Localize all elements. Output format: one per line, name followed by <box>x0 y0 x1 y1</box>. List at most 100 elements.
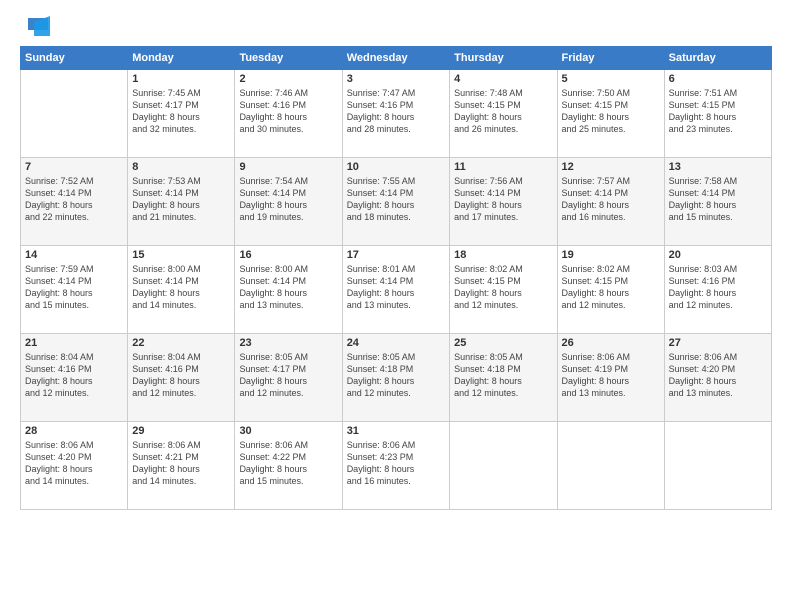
day-cell: 9 Sunrise: 7:54 AM Sunset: 4:14 PM Daylig… <box>235 158 342 246</box>
day-number: 8 <box>132 161 230 173</box>
day-info: Sunrise: 8:02 AM Sunset: 4:15 PM Dayligh… <box>454 263 552 312</box>
day-cell: 20 Sunrise: 8:03 AM Sunset: 4:16 PM Dayli… <box>664 246 771 334</box>
week-row-1: 7 Sunrise: 7:52 AM Sunset: 4:14 PM Daylig… <box>21 158 772 246</box>
day-cell: 27Sunrise: 8:06 AM Sunset: 4:20 PM Dayli… <box>664 334 771 422</box>
day-cell: 8 Sunrise: 7:53 AM Sunset: 4:14 PM Daylig… <box>128 158 235 246</box>
day-cell: 31 Sunrise: 8:06 AM Sunset: 4:23 PM Dayli… <box>342 422 449 510</box>
header-cell-thursday: Thursday <box>450 47 557 70</box>
week-row-0: 1 Sunrise: 7:45 AM Sunset: 4:17 PM Daylig… <box>21 70 772 158</box>
day-number: 24 <box>347 337 445 349</box>
day-cell: 28 Sunrise: 8:06 AM Sunset: 4:20 PM Dayli… <box>21 422 128 510</box>
day-info: Sunrise: 8:00 AM Sunset: 4:14 PM Dayligh… <box>239 263 337 312</box>
day-info: Sunrise: 8:01 AM Sunset: 4:14 PM Dayligh… <box>347 263 445 312</box>
day-number: 26 <box>562 337 660 349</box>
day-cell <box>21 70 128 158</box>
calendar-header: SundayMondayTuesdayWednesdayThursdayFrid… <box>21 47 772 70</box>
day-info: Sunrise: 8:00 AM Sunset: 4:14 PM Dayligh… <box>132 263 230 312</box>
day-number: 13 <box>669 161 767 173</box>
day-cell: 13 Sunrise: 7:58 AM Sunset: 4:14 PM Dayli… <box>664 158 771 246</box>
day-info: Sunrise: 7:48 AM Sunset: 4:15 PM Dayligh… <box>454 87 552 136</box>
day-cell: 16 Sunrise: 8:00 AM Sunset: 4:14 PM Dayli… <box>235 246 342 334</box>
day-info: Sunrise: 7:45 AM Sunset: 4:17 PM Dayligh… <box>132 87 230 136</box>
day-info: Sunrise: 7:55 AM Sunset: 4:14 PM Dayligh… <box>347 175 445 224</box>
header-cell-wednesday: Wednesday <box>342 47 449 70</box>
day-number: 14 <box>25 249 123 261</box>
day-number: 28 <box>25 425 123 437</box>
day-cell <box>664 422 771 510</box>
day-number: 21 <box>25 337 123 349</box>
day-info: Sunrise: 8:06 AM Sunset: 4:21 PM Dayligh… <box>132 439 230 488</box>
day-number: 23 <box>239 337 337 349</box>
day-number: 22 <box>132 337 230 349</box>
day-info: Sunrise: 8:06 AM Sunset: 4:20 PM Dayligh… <box>25 439 123 488</box>
day-cell: 15Sunrise: 8:00 AM Sunset: 4:14 PM Dayli… <box>128 246 235 334</box>
header-cell-saturday: Saturday <box>664 47 771 70</box>
day-number: 31 <box>347 425 445 437</box>
day-info: Sunrise: 8:05 AM Sunset: 4:17 PM Dayligh… <box>239 351 337 400</box>
day-cell <box>450 422 557 510</box>
day-number: 6 <box>669 73 767 85</box>
day-info: Sunrise: 7:59 AM Sunset: 4:14 PM Dayligh… <box>25 263 123 312</box>
day-info: Sunrise: 7:56 AM Sunset: 4:14 PM Dayligh… <box>454 175 552 224</box>
day-info: Sunrise: 7:57 AM Sunset: 4:14 PM Dayligh… <box>562 175 660 224</box>
day-number: 4 <box>454 73 552 85</box>
day-cell: 24Sunrise: 8:05 AM Sunset: 4:18 PM Dayli… <box>342 334 449 422</box>
logo <box>20 16 50 38</box>
day-number: 7 <box>25 161 123 173</box>
day-number: 1 <box>132 73 230 85</box>
logo-icon <box>20 16 50 38</box>
day-cell: 21Sunrise: 8:04 AM Sunset: 4:16 PM Dayli… <box>21 334 128 422</box>
day-number: 30 <box>239 425 337 437</box>
day-info: Sunrise: 8:02 AM Sunset: 4:15 PM Dayligh… <box>562 263 660 312</box>
day-number: 5 <box>562 73 660 85</box>
header-cell-tuesday: Tuesday <box>235 47 342 70</box>
header-cell-friday: Friday <box>557 47 664 70</box>
day-cell: 14 Sunrise: 7:59 AM Sunset: 4:14 PM Dayli… <box>21 246 128 334</box>
calendar: SundayMondayTuesdayWednesdayThursdayFrid… <box>20 46 772 510</box>
day-cell: 12 Sunrise: 7:57 AM Sunset: 4:14 PM Dayli… <box>557 158 664 246</box>
day-info: Sunrise: 7:53 AM Sunset: 4:14 PM Dayligh… <box>132 175 230 224</box>
calendar-body: 1 Sunrise: 7:45 AM Sunset: 4:17 PM Daylig… <box>21 70 772 510</box>
day-cell: 4 Sunrise: 7:48 AM Sunset: 4:15 PM Daylig… <box>450 70 557 158</box>
day-info: Sunrise: 8:06 AM Sunset: 4:19 PM Dayligh… <box>562 351 660 400</box>
day-info: Sunrise: 8:06 AM Sunset: 4:22 PM Dayligh… <box>239 439 337 488</box>
day-cell: 19Sunrise: 8:02 AM Sunset: 4:15 PM Dayli… <box>557 246 664 334</box>
day-cell: 5 Sunrise: 7:50 AM Sunset: 4:15 PM Daylig… <box>557 70 664 158</box>
day-number: 18 <box>454 249 552 261</box>
week-row-3: 21 Sunrise: 8:04 AM Sunset: 4:16 PM Dayli… <box>21 334 772 422</box>
day-number: 3 <box>347 73 445 85</box>
day-number: 16 <box>239 249 337 261</box>
day-number: 10 <box>347 161 445 173</box>
day-info: Sunrise: 7:47 AM Sunset: 4:16 PM Dayligh… <box>347 87 445 136</box>
day-number: 17 <box>347 249 445 261</box>
day-info: Sunrise: 7:54 AM Sunset: 4:14 PM Dayligh… <box>239 175 337 224</box>
day-info: Sunrise: 8:03 AM Sunset: 4:16 PM Dayligh… <box>669 263 767 312</box>
header-cell-monday: Monday <box>128 47 235 70</box>
day-info: Sunrise: 8:04 AM Sunset: 4:16 PM Dayligh… <box>132 351 230 400</box>
header-row: SundayMondayTuesdayWednesdayThursdayFrid… <box>21 47 772 70</box>
header <box>20 16 772 38</box>
page: SundayMondayTuesdayWednesdayThursdayFrid… <box>0 0 792 612</box>
day-info: Sunrise: 7:58 AM Sunset: 4:14 PM Dayligh… <box>669 175 767 224</box>
day-cell: 23 Sunrise: 8:05 AM Sunset: 4:17 PM Dayli… <box>235 334 342 422</box>
day-number: 29 <box>132 425 230 437</box>
week-row-2: 14 Sunrise: 7:59 AM Sunset: 4:14 PM Dayli… <box>21 246 772 334</box>
day-info: Sunrise: 7:52 AM Sunset: 4:14 PM Dayligh… <box>25 175 123 224</box>
day-number: 9 <box>239 161 337 173</box>
day-cell: 6Sunrise: 7:51 AM Sunset: 4:15 PM Daylig… <box>664 70 771 158</box>
day-info: Sunrise: 8:06 AM Sunset: 4:23 PM Dayligh… <box>347 439 445 488</box>
day-number: 27 <box>669 337 767 349</box>
day-cell: 29 Sunrise: 8:06 AM Sunset: 4:21 PM Dayli… <box>128 422 235 510</box>
day-cell: 17 Sunrise: 8:01 AM Sunset: 4:14 PM Dayli… <box>342 246 449 334</box>
day-cell: 18 Sunrise: 8:02 AM Sunset: 4:15 PM Dayli… <box>450 246 557 334</box>
day-cell: 25Sunrise: 8:05 AM Sunset: 4:18 PM Dayli… <box>450 334 557 422</box>
day-number: 12 <box>562 161 660 173</box>
day-number: 11 <box>454 161 552 173</box>
day-number: 20 <box>669 249 767 261</box>
day-cell: 26 Sunrise: 8:06 AM Sunset: 4:19 PM Dayli… <box>557 334 664 422</box>
day-info: Sunrise: 7:50 AM Sunset: 4:15 PM Dayligh… <box>562 87 660 136</box>
day-cell: 30 Sunrise: 8:06 AM Sunset: 4:22 PM Dayli… <box>235 422 342 510</box>
day-cell: 2Sunrise: 7:46 AM Sunset: 4:16 PM Daylig… <box>235 70 342 158</box>
day-cell: 11 Sunrise: 7:56 AM Sunset: 4:14 PM Dayli… <box>450 158 557 246</box>
week-row-4: 28 Sunrise: 8:06 AM Sunset: 4:20 PM Dayli… <box>21 422 772 510</box>
